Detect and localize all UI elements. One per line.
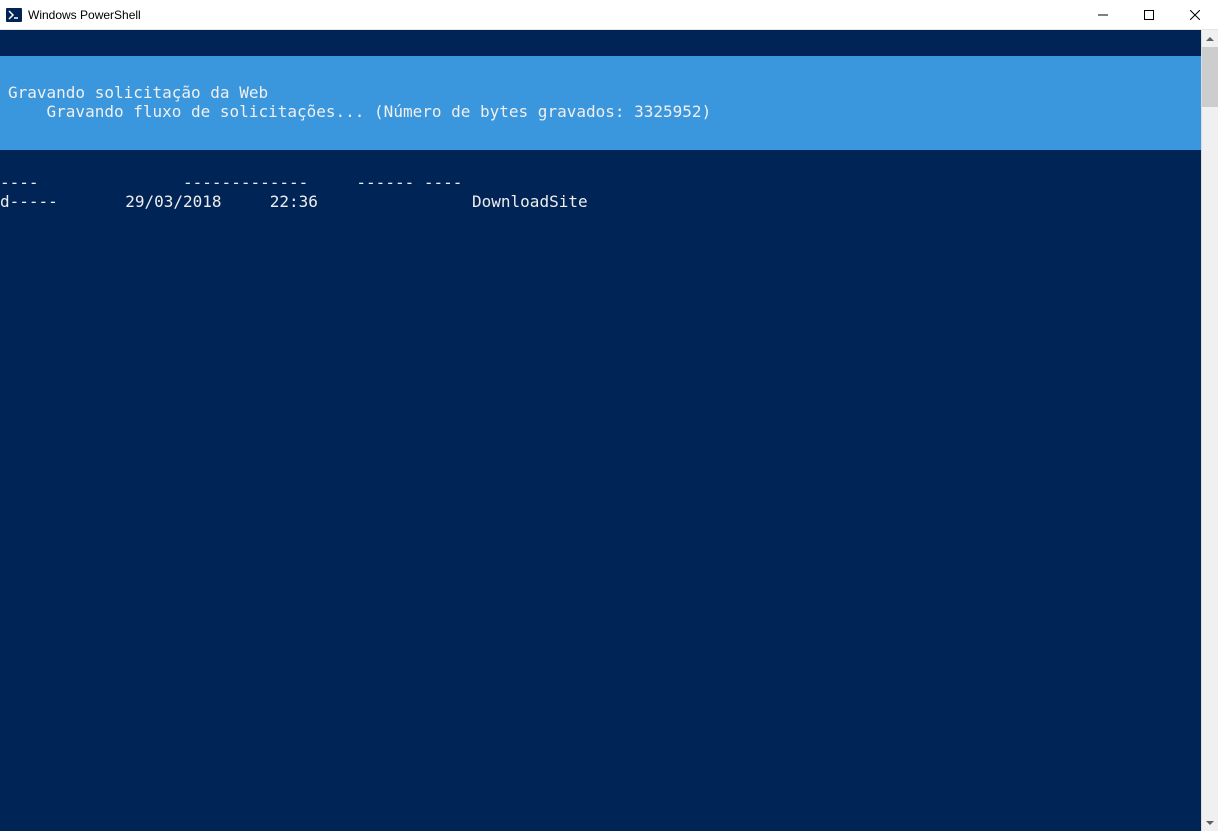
powershell-icon [6, 7, 22, 23]
scrollbar-thumb[interactable] [1202, 47, 1218, 107]
scroll-down-button[interactable] [1202, 814, 1218, 831]
scroll-up-button[interactable] [1202, 30, 1218, 47]
minimize-button[interactable] [1080, 0, 1126, 29]
terminal-viewport[interactable]: Gravando solicitação da Web Gravando flu… [0, 30, 1201, 831]
listing-header-dashes: ---- ------------- ------ ---- [0, 173, 462, 192]
maximize-button[interactable] [1126, 0, 1172, 29]
close-button[interactable] [1172, 0, 1218, 29]
progress-banner: Gravando solicitação da Web Gravando flu… [0, 56, 1201, 150]
window-title: Windows PowerShell [28, 8, 141, 22]
scrollbar-track[interactable] [1202, 47, 1218, 814]
client-area: Gravando solicitação da Web Gravando flu… [0, 30, 1218, 831]
window-controls [1080, 0, 1218, 29]
window-titlebar: Windows PowerShell [0, 0, 1218, 30]
directory-listing: ---- ------------- ------ ---- d----- 29… [0, 156, 588, 230]
progress-title: Gravando solicitação da Web [8, 83, 268, 102]
titlebar-left: Windows PowerShell [0, 7, 141, 23]
vertical-scrollbar[interactable] [1201, 30, 1218, 831]
listing-row: d----- 29/03/2018 22:36 DownloadSite [0, 192, 588, 211]
progress-detail: Gravando fluxo de solicitações... (Númer… [8, 102, 711, 121]
